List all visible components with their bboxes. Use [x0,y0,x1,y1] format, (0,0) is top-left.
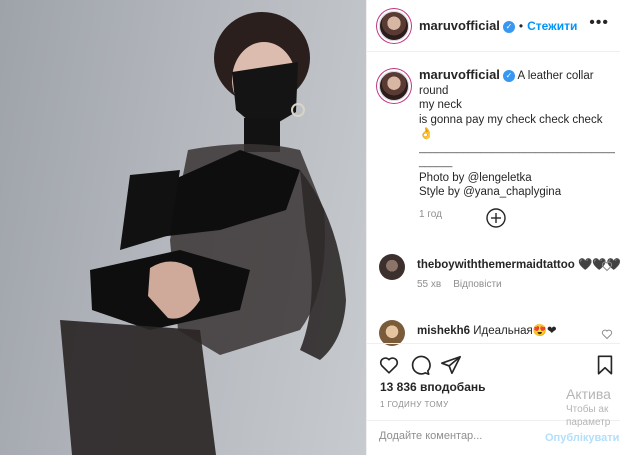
post-header-info: maruvofficial ✓ • Стежити [419,17,577,35]
commenter-avatar[interactable] [379,254,405,280]
comment-like-icon[interactable] [601,260,613,272]
post-header: maruvofficial ✓ • Стежити ••• [367,0,620,52]
comment-text: Идеальная😍❤ [473,325,557,337]
caption-style-credit: Style by @yana_chaplygina [419,186,562,198]
comment-icon[interactable] [409,354,431,376]
comment-first-line: mishekh6 Идеальная😍❤ [417,324,597,338]
post-photo[interactable] [0,0,366,455]
caption: maruvofficial ✓ A leather collar round my… [419,67,615,222]
comment-meta: 55 хв Відповісти [417,278,597,292]
bookmark-icon[interactable] [594,354,616,376]
post-side-panel: maruvofficial ✓ • Стежити ••• maruvofficial… [366,0,620,455]
caption-divider: ____________________________________ [419,142,615,154]
publish-button[interactable]: Опублікувати [545,432,619,444]
post-timestamp: 1 ГОДИНУ ТОМУ [380,400,449,409]
caption-divider-2: ______ [419,157,453,168]
comment-text: 🖤🖤🖤 [578,259,620,271]
comment-item: theboywiththemermaidtattoo 🖤🖤🖤 55 хв Відп… [379,254,620,306]
load-more-comments-icon[interactable] [485,207,507,229]
caption-first-line: maruvofficial ✓ A leather collar round [419,67,615,98]
action-bar [367,343,620,383]
comment-body: mishekh6 Идеальная😍❤ [417,324,597,338]
author-avatar[interactable] [379,11,409,41]
comment-time: 55 хв [417,279,442,290]
verified-icon: ✓ [502,21,515,33]
caption-avatar[interactable] [379,71,409,101]
more-options-icon[interactable]: ••• [589,15,609,31]
caption-line-2: my neck [419,99,462,111]
heart-icon[interactable] [378,354,400,376]
verified-icon: ✓ [502,70,515,82]
commenter-username[interactable]: theboywiththemermaidtattoo [417,259,575,271]
author-username[interactable]: maruvofficial [419,18,500,33]
caption-time: 1 год [419,208,442,220]
follow-button[interactable]: Стежити [527,19,577,33]
comment-input[interactable] [379,430,539,442]
caption-photo-credit: Photo by @lengeletka [419,171,532,184]
caption-line-3-row: is gonna pay my check check check 👌 [419,113,615,142]
separator-dot: • [518,19,524,33]
add-comment-bar: Опублікувати [367,420,620,455]
photo-legs [60,320,216,455]
caption-username[interactable]: maruvofficial [419,67,500,82]
ok-hand-emoji: 👌 [419,128,434,140]
likes-count[interactable]: 13 836 вподобань [380,380,486,394]
comment-first-line: theboywiththemermaidtattoo 🖤🖤🖤 [417,258,620,272]
commenter-username[interactable]: mishekh6 [417,325,470,337]
caption-line-3: is gonna pay my check check check [419,113,603,126]
comment-like-icon[interactable] [601,328,613,340]
comment-body: theboywiththemermaidtattoo 🖤🖤🖤 55 хв Відп… [417,258,620,292]
post-photo-illustration [60,12,346,455]
share-icon[interactable] [440,354,462,376]
reply-button[interactable]: Відповісти [453,279,501,290]
